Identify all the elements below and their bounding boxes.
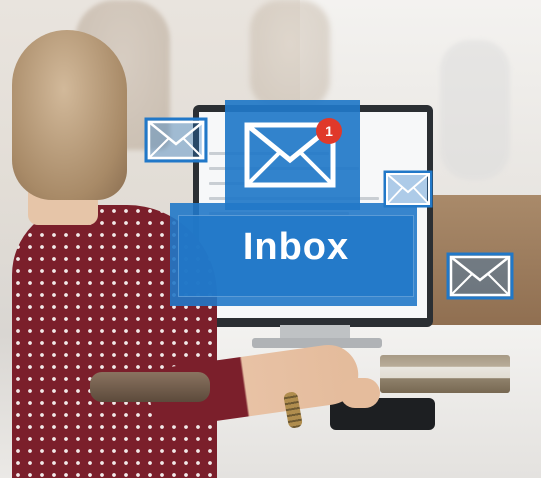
hand-on-mouse <box>340 378 380 408</box>
blurred-coworker <box>440 40 510 180</box>
woman-hair <box>12 30 127 200</box>
envelope-icon <box>383 170 433 208</box>
blurred-coworker <box>250 0 330 110</box>
envelope-icon <box>144 117 208 163</box>
envelope-icon <box>446 252 514 300</box>
notification-badge: 1 <box>316 118 342 144</box>
photo-scene: Inbox 1 <box>0 0 541 478</box>
stacked-books <box>380 355 510 393</box>
inbox-label: Inbox <box>242 226 350 268</box>
chair-armrest <box>90 372 210 402</box>
